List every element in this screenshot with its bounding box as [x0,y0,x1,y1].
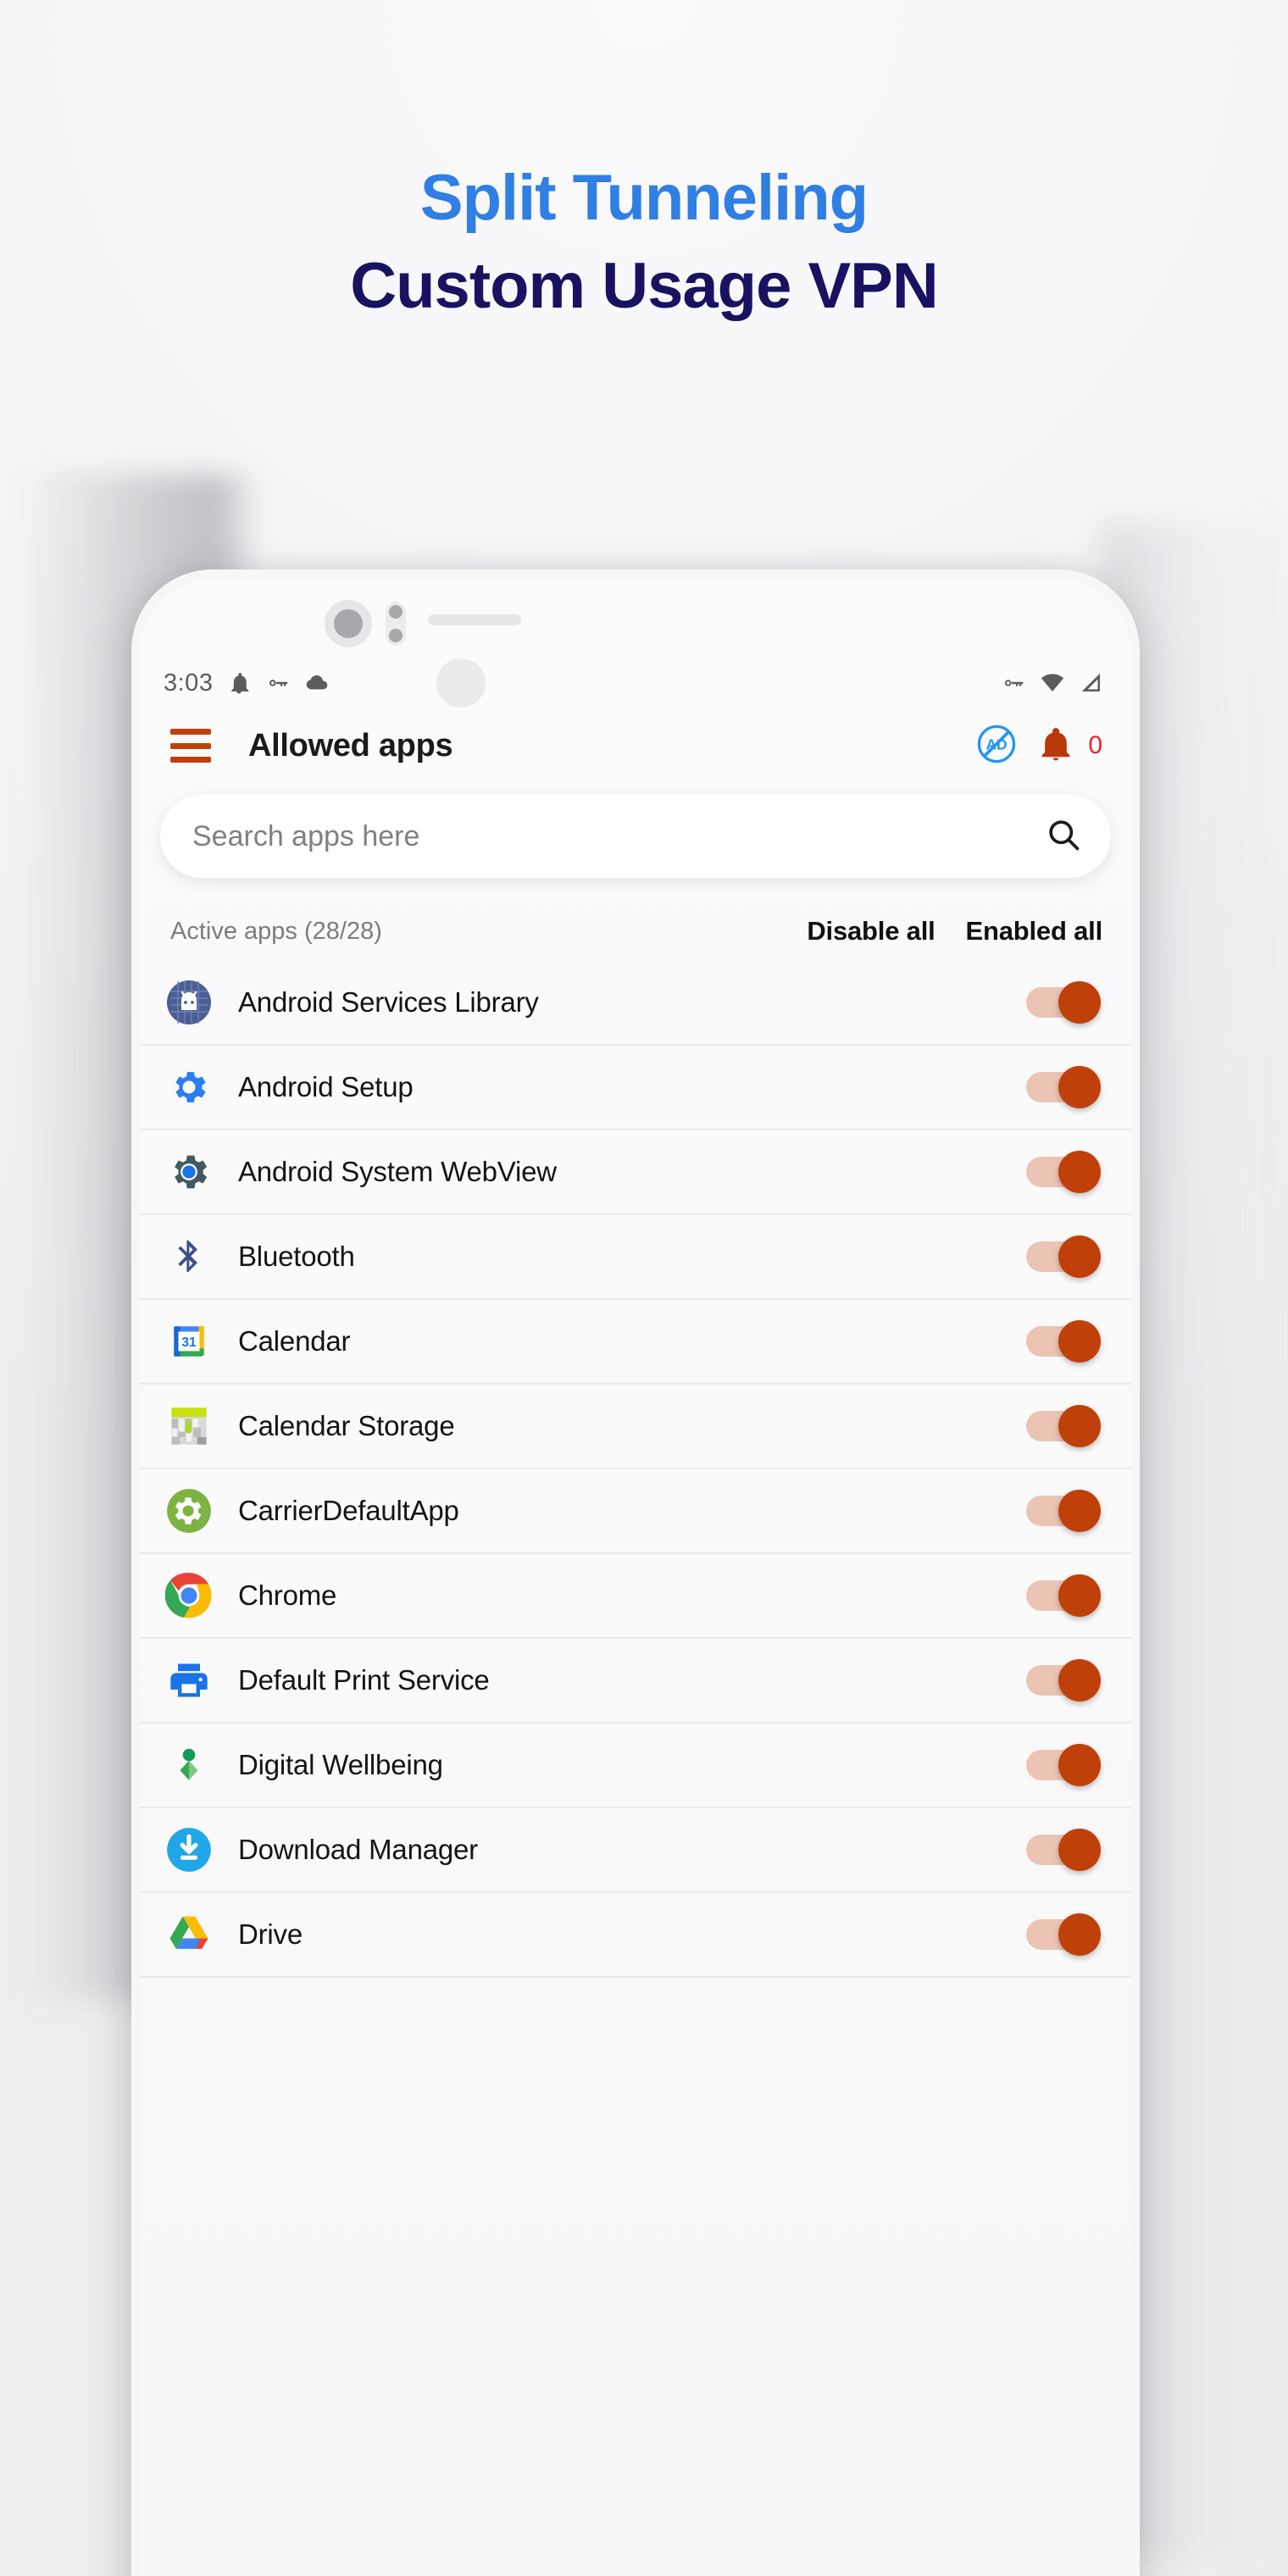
active-apps-count: Active apps (28/28) [170,917,382,945]
toggle-thumb [1058,981,1101,1024]
key-icon [1001,670,1026,696]
chrome-icon [165,1572,213,1619]
app-list-item[interactable]: Bluetooth [140,1215,1131,1300]
app-list[interactable]: Android Services Library Android Setup A… [140,961,1131,2576]
app-list-item[interactable]: Default Print Service [140,1639,1131,1724]
app-list-item[interactable]: Digital Wellbeing [140,1724,1131,1808]
android-setup-gear-icon [165,1063,213,1111]
app-list-item[interactable]: Calendar Storage [140,1385,1131,1469]
svg-text:31: 31 [181,1335,197,1350]
toggle-thumb [1058,1151,1101,1193]
bell-icon [226,670,252,696]
toggle-thumb [1058,1574,1101,1617]
google-drive-icon [165,1911,213,1958]
app-toggle-switch[interactable] [1026,1829,1101,1871]
app-list-item[interactable]: Download Manager [140,1808,1131,1893]
signal-icon [1079,670,1104,696]
status-bar-right [1001,670,1104,696]
search-box[interactable] [160,795,1111,878]
app-name: Drive [238,1918,303,1950]
app-toggle-switch[interactable] [1026,1405,1101,1447]
app-name: Android Setup [238,1071,414,1102]
digital-wellbeing-icon [165,1741,213,1789]
phone-mockup-frame: 3:03 Allowed apps 0 Search apps here Act… [131,569,1140,2576]
toggle-thumb [1058,1659,1101,1702]
app-name: Chrome [238,1579,337,1611]
front-camera-icon [325,600,372,647]
app-name: Default Print Service [238,1664,490,1696]
wifi-icon [1040,670,1065,696]
app-list-item[interactable]: Android Setup [140,1046,1131,1130]
app-name: Calendar Storage [238,1410,455,1441]
toggle-thumb [1058,1913,1101,1956]
notification-bell-icon[interactable] [1037,725,1074,767]
toggle-thumb [1058,1066,1101,1108]
app-name: Calendar [238,1325,351,1357]
sensor-dots-icon [386,602,406,646]
ad-block-icon[interactable]: AD [974,722,1019,770]
toggle-thumb [1058,1744,1101,1786]
download-manager-icon [165,1826,213,1874]
phone-screen: 3:03 Allowed apps 0 Search apps here Act… [140,578,1131,2576]
app-toggle-switch[interactable] [1026,1659,1101,1702]
cloud-icon [304,670,330,696]
google-calendar-icon: 31 [165,1318,213,1365]
bluetooth-icon [165,1233,213,1280]
app-toggle-switch[interactable] [1026,1744,1101,1786]
notification-count: 0 [1088,731,1102,759]
toggle-thumb [1058,1490,1101,1532]
toggle-thumb [1058,1829,1101,1871]
app-name: Bluetooth [238,1241,355,1272]
page-title: Allowed apps [248,727,453,763]
earpiece-speaker [428,614,521,625]
promo-headline: Split Tunneling Custom Usage VPN [0,0,1288,319]
search-section [140,795,1131,878]
app-list-item[interactable]: 31 Calendar [140,1300,1131,1385]
app-toggle-switch[interactable] [1026,1235,1101,1278]
app-name: Android System WebView [238,1156,557,1187]
printer-icon [165,1657,213,1704]
app-name: Android Services Library [238,986,539,1018]
app-name: CarrierDefaultApp [238,1495,459,1526]
android-services-library-icon [165,979,213,1026]
app-toggle-switch[interactable] [1026,1151,1101,1193]
key-icon [265,670,291,696]
promo-headline-line1: Split Tunneling [419,162,869,234]
status-bar-left: 3:03 [164,669,330,697]
app-toggle-switch[interactable] [1026,1913,1101,1956]
enable-all-button[interactable]: Enabled all [966,916,1103,947]
app-list-item[interactable]: Android System WebView [140,1130,1131,1215]
app-bar-actions: AD 0 [974,722,1108,770]
app-name: Download Manager [238,1834,478,1865]
search-input[interactable] [192,819,1045,853]
status-bar-clock: 3:03 [164,669,214,697]
app-toggle-switch[interactable] [1026,981,1101,1024]
app-list-item[interactable]: Drive [140,1893,1131,1978]
toggle-thumb [1058,1235,1101,1278]
app-name: Digital Wellbeing [238,1749,443,1780]
app-toggle-switch[interactable] [1026,1066,1101,1108]
hamburger-menu-icon[interactable] [170,729,211,763]
promo-headline-line2: Custom Usage VPN [350,250,939,322]
carrier-default-app-icon [165,1487,213,1535]
app-toggle-switch[interactable] [1026,1490,1101,1532]
app-list-item[interactable]: Chrome [140,1554,1131,1639]
app-bar: Allowed apps AD 0 [140,707,1131,785]
app-toggle-switch[interactable] [1026,1574,1101,1617]
app-toggle-switch[interactable] [1026,1320,1101,1363]
bulk-actions: Disable all Enabled all [807,916,1102,947]
disable-all-button[interactable]: Disable all [807,916,935,947]
toggle-thumb [1058,1320,1101,1363]
app-list-item[interactable]: Android Services Library [140,961,1131,1046]
app-list-item[interactable]: CarrierDefaultApp [140,1469,1131,1554]
calendar-storage-icon [165,1402,213,1450]
android-system-webview-icon [165,1148,213,1196]
list-controls: Active apps (28/28) Disable all Enabled … [140,902,1131,961]
toggle-thumb [1058,1405,1101,1447]
search-icon[interactable] [1045,816,1082,858]
status-bar: 3:03 [140,659,1131,707]
